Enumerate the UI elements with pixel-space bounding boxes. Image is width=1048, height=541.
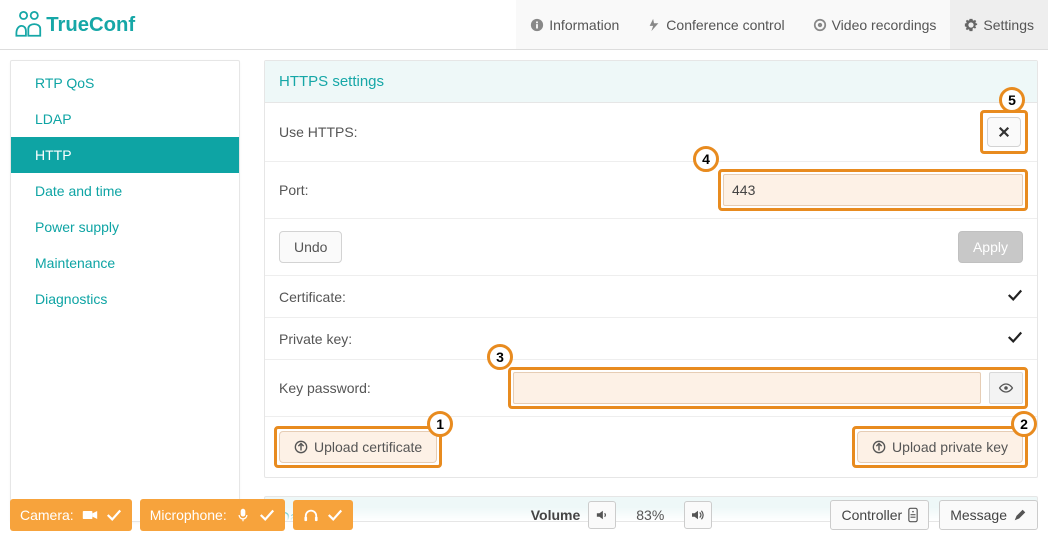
row-port: Port: 4: [265, 162, 1037, 219]
nav-conference-control-label: Conference control: [666, 17, 784, 33]
camera-toggle[interactable]: Camera:: [10, 499, 132, 531]
sidebar-item-label: Date and time: [35, 183, 122, 199]
https-settings-panel: HTTPS settings Use HTTPS: 5: [264, 60, 1038, 478]
check-icon: [1007, 330, 1023, 344]
reveal-password-button[interactable]: [989, 372, 1023, 404]
row-certificate: Certificate:: [265, 276, 1037, 318]
port-input[interactable]: [723, 174, 1023, 206]
bolt-icon: [647, 18, 661, 32]
pencil-icon: [1013, 508, 1027, 522]
nav-video-recordings-label: Video recordings: [832, 17, 937, 33]
nav-settings-label: Settings: [983, 17, 1034, 33]
panel-title: HTTPS settings: [265, 61, 1037, 103]
private-key-status: [1007, 330, 1023, 347]
row-uploads: 1 Upload certificate 2: [265, 417, 1037, 477]
sidebar-item-ldap[interactable]: LDAP: [11, 101, 239, 137]
actions-row: Undo Apply: [265, 219, 1037, 276]
speaker-high-icon: [690, 509, 706, 521]
sidebar-item-rtp-qos[interactable]: RTP QoS: [11, 65, 239, 101]
sidebar-item-maintenance[interactable]: Maintenance: [11, 245, 239, 281]
controller-button[interactable]: Controller: [830, 500, 929, 530]
sidebar-item-http[interactable]: HTTP: [11, 137, 239, 173]
row-private-key: Private key:: [265, 318, 1037, 360]
upload-private-key-label: Upload private key: [892, 439, 1008, 455]
nav-video-recordings[interactable]: Video recordings: [799, 0, 951, 49]
headphones-icon: [303, 508, 319, 522]
nav-settings[interactable]: Settings: [950, 0, 1048, 49]
sidebar-item-power-supply[interactable]: Power supply: [11, 209, 239, 245]
undo-button[interactable]: Undo: [279, 231, 342, 263]
sidebar-item-label: Maintenance: [35, 255, 115, 271]
port-label: Port:: [279, 182, 499, 198]
controller-label: Controller: [841, 507, 902, 523]
upload-certificate-label: Upload certificate: [314, 439, 422, 455]
callout-badge-5: 5: [999, 87, 1025, 113]
certificate-label: Certificate:: [279, 289, 499, 305]
sidebar-item-label: RTP QoS: [35, 75, 94, 91]
apply-button[interactable]: Apply: [958, 231, 1023, 263]
sidebar-item-date-time[interactable]: Date and time: [11, 173, 239, 209]
volume-up-button[interactable]: [684, 501, 712, 529]
use-https-toggle[interactable]: [987, 117, 1021, 147]
key-password-label: Key password:: [279, 380, 499, 396]
callout-badge-1: 1: [427, 411, 453, 437]
eye-icon: [998, 382, 1014, 394]
row-use-https: Use HTTPS: 5: [265, 103, 1037, 162]
close-icon: [998, 126, 1010, 138]
main-content: HTTPS settings Use HTTPS: 5: [264, 60, 1038, 522]
remote-icon: [908, 507, 918, 523]
check-icon: [106, 508, 122, 522]
sidebar-item-label: LDAP: [35, 111, 72, 127]
sidebar-item-diagnostics[interactable]: Diagnostics: [11, 281, 239, 317]
certificate-status: [1007, 288, 1023, 305]
header-bar: TrueConf Information Conference control …: [0, 0, 1048, 50]
brand-name-text: TrueConf: [46, 13, 135, 35]
message-button[interactable]: Message: [939, 500, 1038, 530]
brand-logo: TrueConf: [0, 7, 183, 43]
message-label: Message: [950, 507, 1007, 523]
microphone-icon: [235, 508, 251, 522]
sidebar: RTP QoS LDAP HTTP Date and time Power su…: [10, 60, 240, 522]
record-icon: [813, 18, 827, 32]
callout-badge-2: 2: [1011, 411, 1037, 437]
upload-icon: [294, 440, 308, 454]
camera-icon: [82, 508, 98, 522]
sidebar-item-label: Diagnostics: [35, 291, 107, 307]
body-layout: RTP QoS LDAP HTTP Date and time Power su…: [0, 50, 1048, 522]
key-password-input[interactable]: [513, 372, 981, 404]
volume-percent: 83%: [624, 507, 676, 523]
sidebar-item-label: HTTP: [35, 147, 72, 163]
callout-badge-3: 3: [487, 344, 513, 370]
upload-icon: [872, 440, 886, 454]
nav-information[interactable]: Information: [516, 0, 633, 49]
check-icon: [1007, 288, 1023, 302]
row-key-password: Key password: 3: [265, 360, 1037, 417]
volume-down-button[interactable]: [588, 501, 616, 529]
camera-label: Camera:: [20, 507, 74, 523]
gear-icon: [964, 18, 978, 32]
use-https-label: Use HTTPS:: [279, 124, 499, 140]
speaker-low-icon: [595, 509, 609, 521]
sidebar-item-label: Power supply: [35, 219, 119, 235]
check-icon: [259, 508, 275, 522]
info-icon: [530, 18, 544, 32]
upload-certificate-button[interactable]: Upload certificate: [279, 431, 437, 463]
microphone-toggle[interactable]: Microphone:: [140, 499, 285, 531]
private-key-label: Private key:: [279, 331, 499, 347]
volume-label: Volume: [531, 507, 581, 523]
nav-information-label: Information: [549, 17, 619, 33]
bottom-bar: Camera: Microphone: Volume 83% Controlle…: [0, 499, 1048, 531]
headphones-toggle[interactable]: [293, 500, 353, 530]
top-nav: Information Conference control Video rec…: [516, 0, 1048, 49]
upload-private-key-button[interactable]: Upload private key: [857, 431, 1023, 463]
microphone-label: Microphone:: [150, 507, 227, 523]
nav-conference-control[interactable]: Conference control: [633, 0, 798, 49]
check-icon: [327, 508, 343, 522]
callout-badge-4: 4: [693, 146, 719, 172]
